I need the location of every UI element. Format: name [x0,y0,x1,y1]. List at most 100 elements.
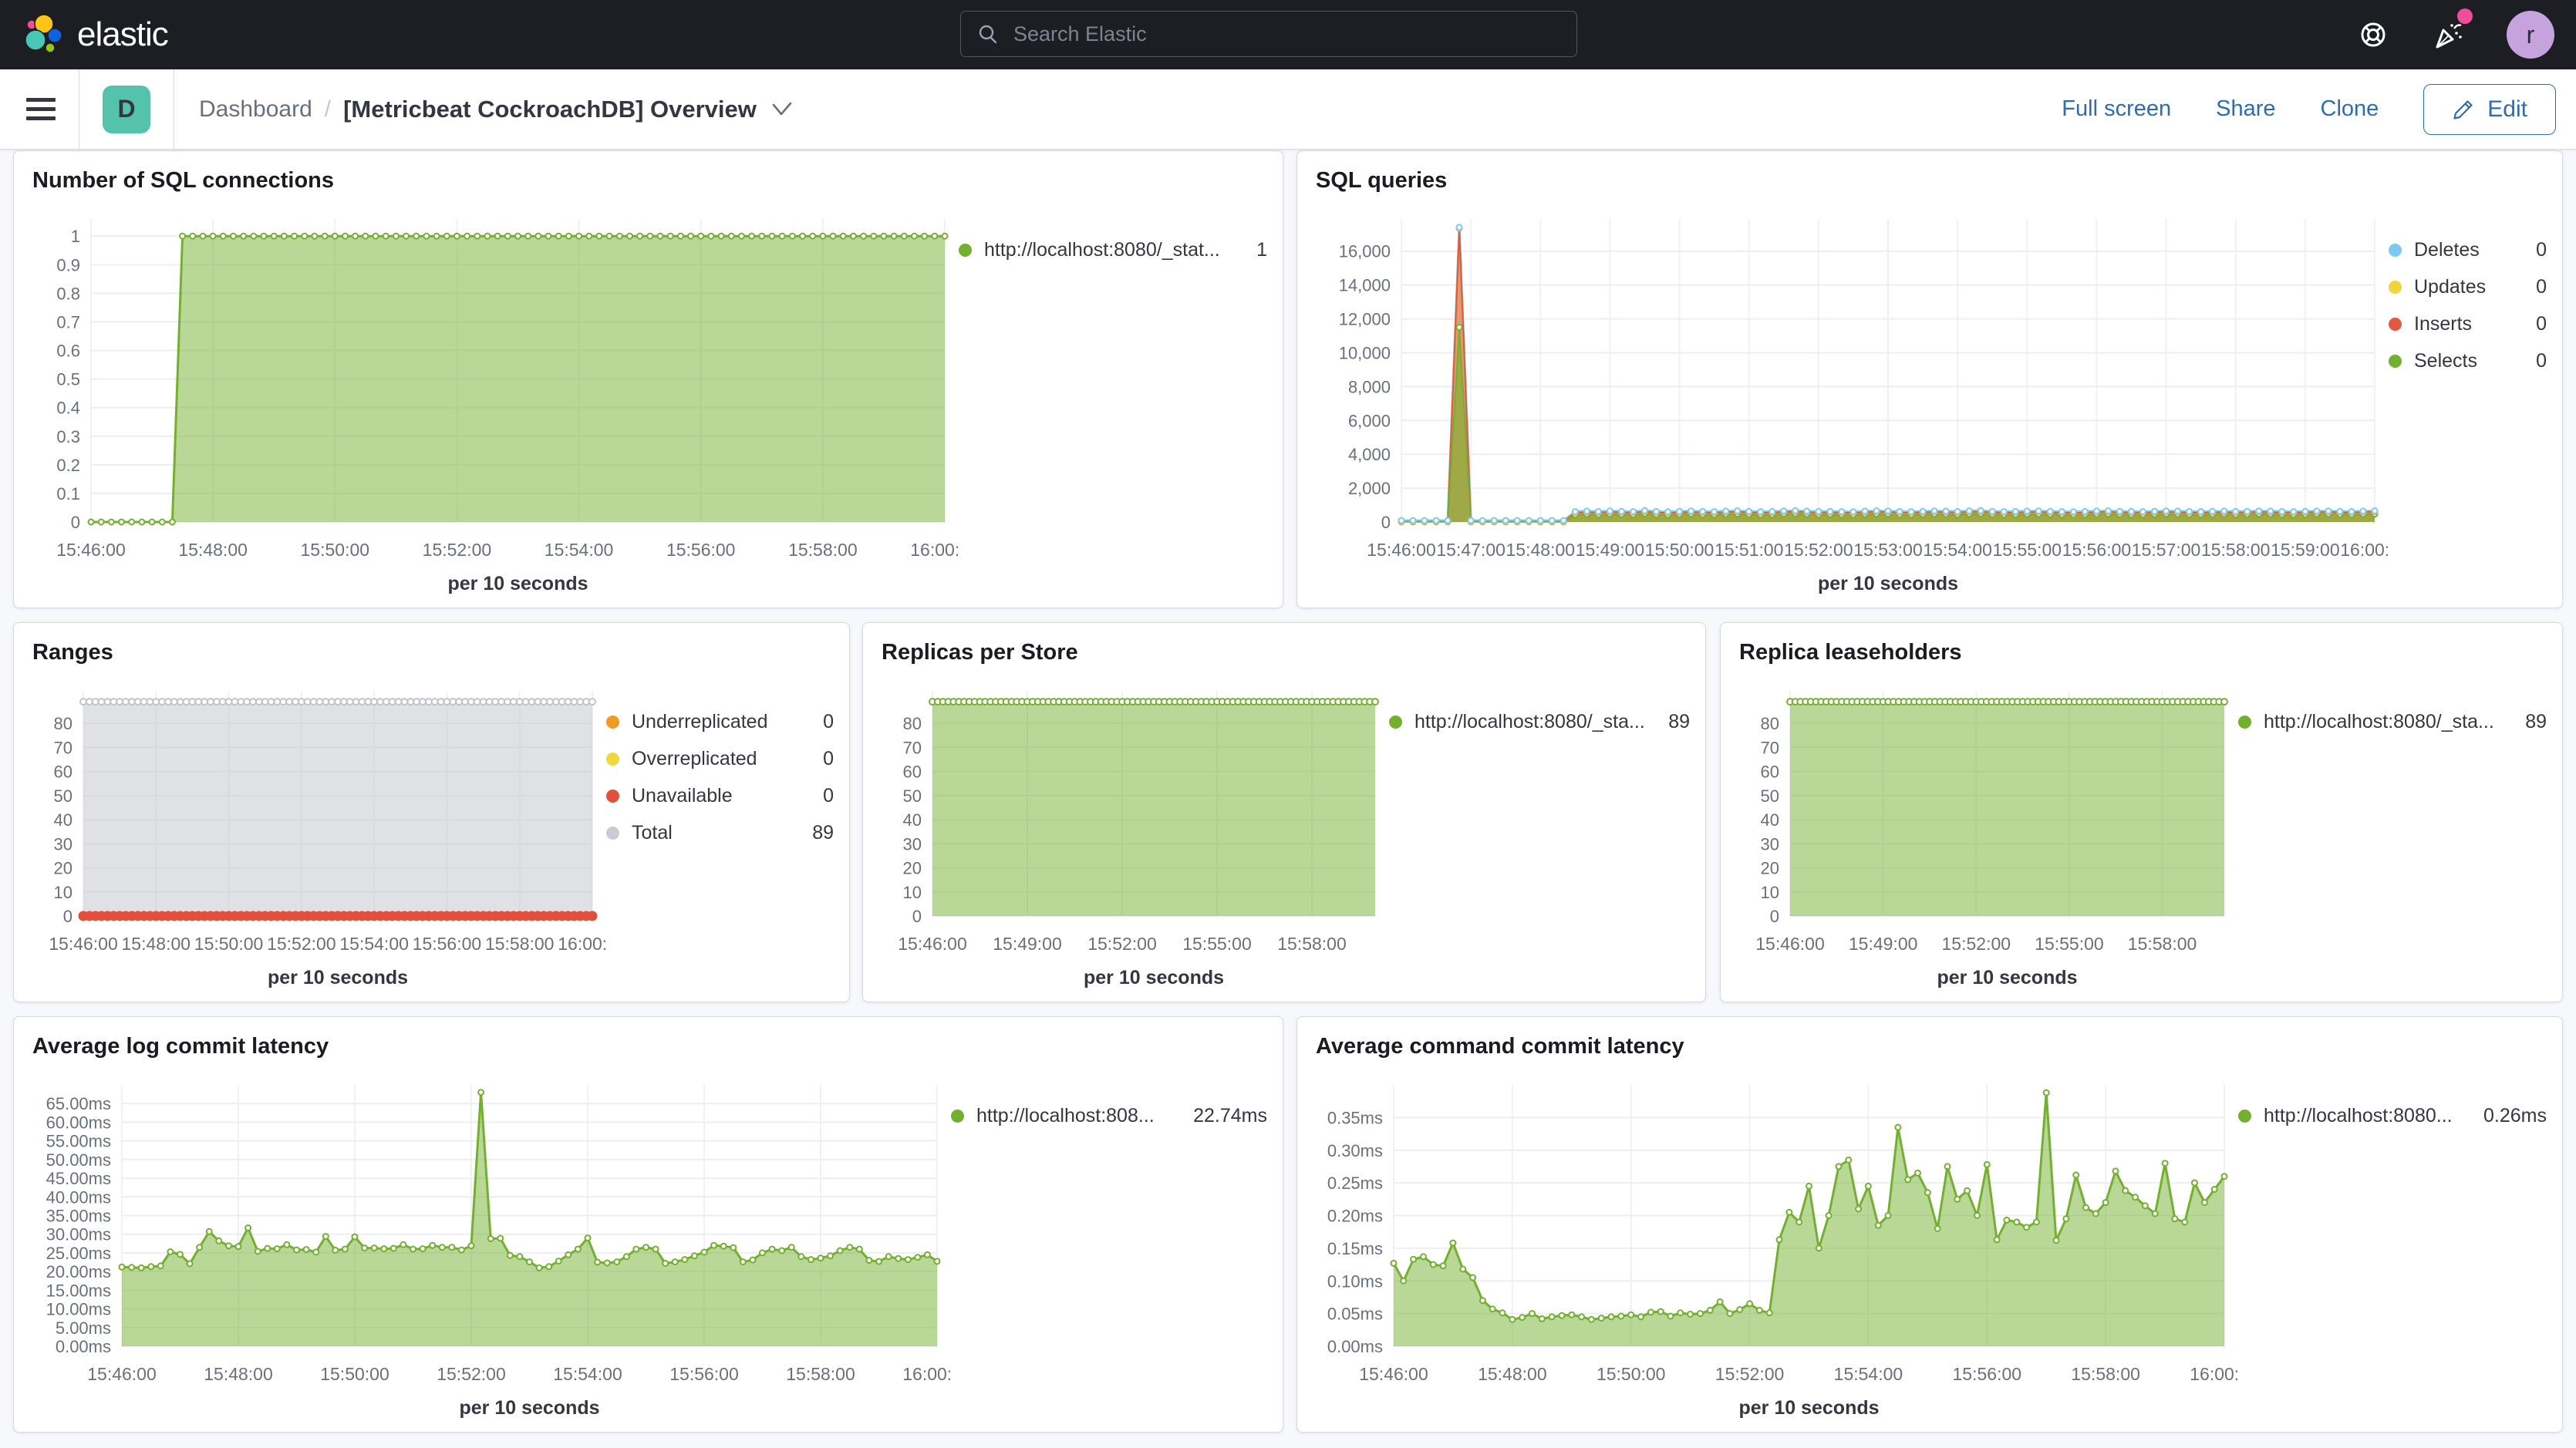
chart-replicas_per_store[interactable]: 0102030405060708015:46:0015:49:0015:52:0… [878,674,1389,989]
svg-text:0.10ms: 0.10ms [1327,1271,1383,1291]
svg-text:0.3: 0.3 [56,427,80,446]
legend-item[interactable]: http://localhost:8080...0.26ms [2238,1105,2547,1127]
legend-dot [1389,716,1402,729]
legend-item[interactable]: Deletes0 [2389,239,2547,261]
legend-dot [2238,716,2251,729]
svg-text:60: 60 [54,763,72,782]
svg-text:80: 80 [903,714,922,733]
svg-text:per 10 seconds: per 10 seconds [447,573,588,594]
svg-text:0.30ms: 0.30ms [1327,1141,1383,1160]
svg-text:40: 40 [903,810,922,830]
svg-text:15:46:00: 15:46:00 [1755,934,1825,954]
svg-text:0.00ms: 0.00ms [56,1337,111,1356]
svg-text:6,000: 6,000 [1348,411,1391,430]
clone-button[interactable]: Clone [2321,96,2379,122]
svg-text:15:55:00: 15:55:00 [1993,540,2062,560]
panel-sql_connections: Number of SQL connections 00.10.20.30.40… [13,150,1283,608]
dashboard-badge[interactable]: D [103,86,150,133]
legend-item[interactable]: http://localhost:8080/_sta... 89 [2238,711,2547,733]
svg-text:70: 70 [1761,738,1779,757]
svg-text:15:49:00: 15:49:00 [1576,540,1645,560]
legend-item[interactable]: Underreplicated0 [606,711,834,733]
legend-item[interactable]: http://localhost:808...22.74ms [951,1105,1267,1127]
legend-item[interactable]: Selects0 [2389,350,2547,372]
svg-text:16:00:00: 16:00:00 [2190,1364,2238,1384]
chevron-down-icon [770,100,794,119]
breadcrumb-dashboard[interactable]: Dashboard [199,96,312,123]
svg-text:0.8: 0.8 [56,284,80,303]
panel-replica_leaseholders: Replica leaseholders 0102030405060708015… [1720,622,2563,1002]
legend-dot [2238,1110,2251,1123]
svg-text:45.00ms: 45.00ms [46,1169,111,1188]
svg-text:10,000: 10,000 [1339,343,1391,362]
full-screen-button[interactable]: Full screen [2062,96,2171,122]
share-button[interactable]: Share [2216,96,2275,122]
legend-dot [606,716,619,729]
chart-ranges[interactable]: 0102030405060708015:46:0015:48:0015:50:0… [29,674,606,989]
svg-text:15:58:00: 15:58:00 [1277,934,1347,954]
legend-label: Unavailable [632,785,733,807]
chart-sql_queries[interactable]: 02,0004,0006,0008,00010,00012,00014,0001… [1313,202,2389,595]
legend-item[interactable]: http://localhost:8080/_stat...1 [959,239,1267,261]
brand-name: elastic [77,15,168,54]
edit-button[interactable]: Edit [2423,84,2556,135]
svg-text:80: 80 [1761,714,1779,733]
svg-text:50: 50 [1761,786,1779,806]
chart-log_commit_latency[interactable]: 0.00ms5.00ms10.00ms15.00ms20.00ms25.00ms… [29,1068,951,1419]
svg-text:0.9: 0.9 [56,255,80,274]
chart-sql_connections[interactable]: 00.10.20.30.40.50.60.70.80.9115:46:0015:… [29,202,959,595]
party-popper-icon [2431,18,2465,52]
svg-text:35.00ms: 35.00ms [46,1207,111,1226]
pencil-icon [2452,98,2475,121]
chart-svg-command_commit_latency: 0.00ms0.05ms0.10ms0.15ms0.20ms0.25ms0.30… [1313,1068,2238,1419]
chart-svg-sql_queries: 02,0004,0006,0008,00010,00012,00014,0001… [1313,202,2389,595]
svg-text:15:50:00: 15:50:00 [320,1364,389,1384]
elastic-logo-icon [23,15,63,55]
svg-text:40: 40 [54,810,72,830]
chart-replica_leaseholders[interactable]: 0102030405060708015:46:0015:49:0015:52:0… [1736,674,2238,989]
chart-svg-ranges: 0102030405060708015:46:0015:48:0015:50:0… [29,674,606,989]
legend-dot [2389,244,2402,257]
svg-text:40: 40 [1761,810,1779,830]
global-search[interactable] [960,11,1577,57]
legend-label: http://localhost:8080/_sta... [2264,711,2494,733]
svg-text:15:48:00: 15:48:00 [122,934,191,954]
legend-value: 89 [2507,711,2547,733]
legend-item[interactable]: Unavailable 0 [606,785,834,807]
svg-text:15:49:00: 15:49:00 [1849,934,1918,954]
legend-dot [2389,355,2402,368]
menu-button[interactable] [26,98,56,120]
legend-label: Total [632,822,673,844]
legend-item[interactable]: Overreplicated0 [606,748,834,770]
legend-item[interactable]: Inserts0 [2389,313,2547,335]
svg-text:15:54:00: 15:54:00 [545,540,614,560]
svg-text:0.1: 0.1 [56,484,80,503]
svg-text:15:52:00: 15:52:00 [423,540,492,560]
global-header: elastic [0,0,2576,69]
legend-item[interactable]: http://localhost:8080/_sta...89 [1389,711,1690,733]
legend-item[interactable]: Updates0 [2389,276,2547,298]
svg-text:50: 50 [903,786,922,806]
legend-dot [959,244,972,257]
svg-text:0.25ms: 0.25ms [1327,1174,1383,1193]
avatar[interactable]: r [2507,11,2554,59]
chart-command_commit_latency[interactable]: 0.00ms0.05ms0.10ms0.15ms0.20ms0.25ms0.30… [1313,1068,2238,1419]
svg-text:40.00ms: 40.00ms [46,1187,111,1207]
chart-legend: http://localhost:8080/_sta...89 [1389,674,1690,989]
panel-title: Number of SQL connections [32,165,1267,196]
title-menu-button[interactable] [770,100,794,119]
help-button[interactable] [2357,19,2389,51]
search-input[interactable] [1012,22,1561,47]
panel-title: Replicas per Store [882,637,1690,668]
legend-dot [2389,281,2402,294]
svg-text:15:48:00: 15:48:00 [204,1364,273,1384]
news-button[interactable] [2431,18,2465,52]
svg-text:16,000: 16,000 [1339,242,1391,261]
svg-text:15:58:00: 15:58:00 [2128,934,2197,954]
svg-text:0.00ms: 0.00ms [1327,1337,1383,1356]
svg-text:70: 70 [903,738,922,757]
breadcrumb-separator: / [325,96,331,123]
legend-item[interactable]: Total89 [606,822,834,844]
svg-text:15:55:00: 15:55:00 [1182,934,1252,954]
legend-value: 0 [804,785,834,807]
